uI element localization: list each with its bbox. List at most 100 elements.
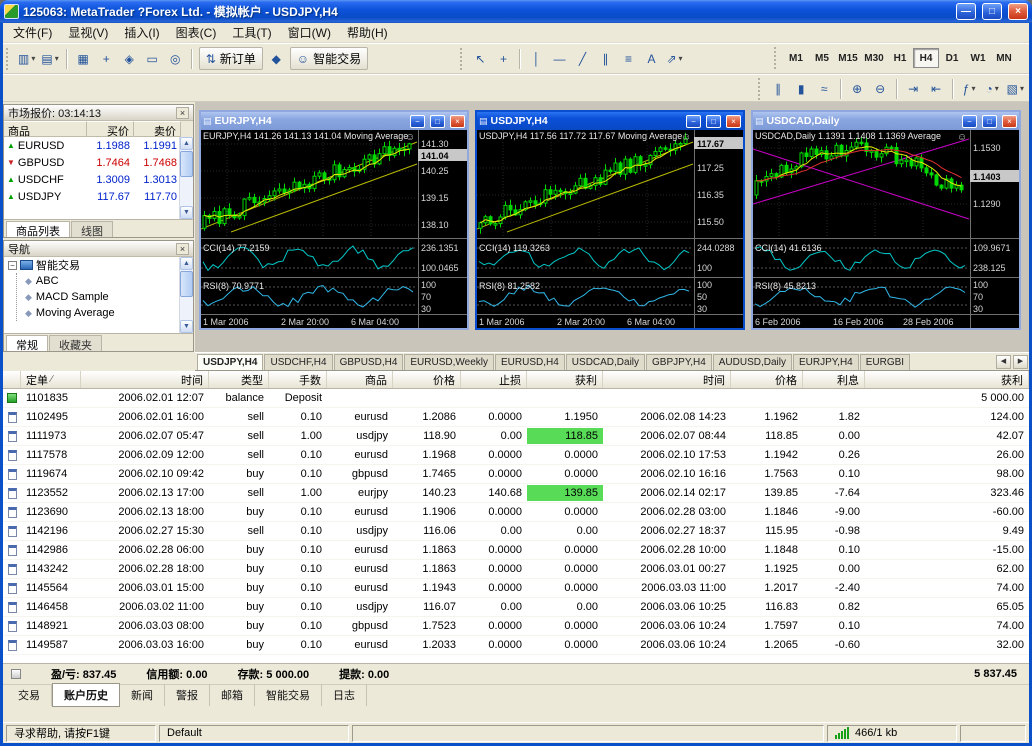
quote-row[interactable]: ▼GBPUSD1.74641.7468 xyxy=(4,154,181,171)
history-row[interactable]: 11455642006.03.01 15:00buy0.10eurusd1.19… xyxy=(3,579,1029,598)
chart-minimize-button[interactable]: − xyxy=(962,115,977,128)
column-header[interactable]: 定单∕ xyxy=(21,371,81,388)
tree-node-expert-advisors[interactable]: −智能交易 xyxy=(4,257,193,273)
candlestick-chart-button[interactable]: ▮ xyxy=(790,77,813,100)
history-row[interactable]: 11119732006.02.07 05:47sell1.00usdjpy118… xyxy=(3,427,1029,446)
expert-advisors-button[interactable]: ☺智能交易 xyxy=(290,47,368,70)
navigator-tab[interactable]: 常规 xyxy=(6,335,48,351)
periods-button[interactable]: ◔▾ xyxy=(981,77,1004,100)
crosshair-button[interactable]: + xyxy=(492,47,515,70)
navigator-tab[interactable]: 收藏夹 xyxy=(49,335,102,351)
new-order-button[interactable]: ⇅新订单 xyxy=(199,47,263,70)
metaeditor-button[interactable]: ◆ xyxy=(265,47,288,70)
terminal-tab[interactable]: 日志 xyxy=(322,684,367,706)
close-icon[interactable]: × xyxy=(176,107,189,119)
indicators-button[interactable]: ƒ▾ xyxy=(958,77,981,100)
column-symbol[interactable]: 商品 xyxy=(4,121,87,137)
history-row[interactable]: 11421962006.02.27 15:30sell0.10usdjpy116… xyxy=(3,522,1029,541)
history-row[interactable]: 11024952006.02.01 16:00sell0.10eurusd1.2… xyxy=(3,408,1029,427)
column-header[interactable]: 利息 xyxy=(803,371,865,388)
chart-canvas[interactable]: USDCAD,Daily 1.1391 1.1408 1.1369 Averag… xyxy=(753,130,1019,328)
scrollbar-track[interactable] xyxy=(180,270,193,320)
chart-plot[interactable]: USDJPY,H4 117.56 117.72 117.67 Moving Av… xyxy=(477,130,743,328)
terminal-tab[interactable]: 警报 xyxy=(165,684,210,706)
menu-item[interactable]: 工具(T) xyxy=(224,22,279,43)
new-chart-button[interactable]: ▥▾ xyxy=(15,47,38,70)
history-row[interactable]: 11495872006.03.03 16:00buy0.10eurusd1.20… xyxy=(3,636,1029,655)
close-icon[interactable]: × xyxy=(176,243,189,255)
chart-tab[interactable]: USDJPY,H4 xyxy=(197,354,263,370)
chart-tab[interactable]: USDCHF,H4 xyxy=(264,354,332,370)
scroll-up-icon[interactable]: ▲ xyxy=(180,137,193,150)
toolbar-grip[interactable] xyxy=(460,48,465,70)
timeframe-d1-button[interactable]: D1 xyxy=(939,48,965,68)
chart-maximize-button[interactable]: □ xyxy=(982,115,997,128)
chart-close-button[interactable]: × xyxy=(726,115,741,128)
chart-tab[interactable]: EURJPY,H4 xyxy=(793,354,859,370)
chart-tab[interactable]: USDCAD,Daily xyxy=(566,354,645,370)
menu-item[interactable]: 窗口(W) xyxy=(280,22,339,43)
chart-plot[interactable]: EURJPY,H4 141.26 141.13 141.04 Moving Av… xyxy=(201,130,467,328)
column-ask[interactable]: 卖价 xyxy=(134,121,181,137)
equidistant-channel-button[interactable]: ∥ xyxy=(594,47,617,70)
history-row[interactable]: 11235522006.02.13 17:00sell1.00eurjpy140… xyxy=(3,484,1029,503)
profiles-button[interactable]: ▤▾ xyxy=(38,47,61,70)
chart-maximize-button[interactable]: □ xyxy=(706,115,721,128)
chart-window-titlebar[interactable]: ▤USDCAD,Daily−□× xyxy=(753,112,1019,130)
window-maximize-button[interactable]: □ xyxy=(982,3,1002,20)
toolbar-grip[interactable] xyxy=(6,48,11,70)
tree-item[interactable]: ◆MACD Sample xyxy=(17,289,193,305)
menu-item[interactable]: 帮助(H) xyxy=(339,22,396,43)
history-row[interactable]: 11196742006.02.10 09:42buy0.10gbpusd1.74… xyxy=(3,465,1029,484)
chart-close-button[interactable]: × xyxy=(1002,115,1017,128)
fibonacci-button[interactable]: ≡ xyxy=(617,47,640,70)
scrollbar-track[interactable] xyxy=(180,150,193,206)
timeframe-m30-button[interactable]: M30 xyxy=(861,48,887,68)
bar-chart-button[interactable]: ∥ xyxy=(767,77,790,100)
terminal-tab[interactable]: 邮箱 xyxy=(210,684,255,706)
terminal-tab[interactable]: 智能交易 xyxy=(255,684,322,706)
scrollbar-thumb[interactable] xyxy=(180,151,193,177)
scroll-down-icon[interactable]: ▼ xyxy=(180,320,193,333)
market-watch-tab[interactable]: 商品列表 xyxy=(6,221,70,237)
tree-item[interactable]: ◆Moving Average xyxy=(17,305,193,321)
history-row[interactable]: 11018352006.02.01 12:07balanceDeposit5 0… xyxy=(3,389,1029,408)
window-close-button[interactable]: × xyxy=(1008,3,1028,20)
collapse-icon[interactable]: − xyxy=(8,261,17,270)
quote-row[interactable]: ▲USDCHF1.30091.3013 xyxy=(4,171,181,188)
timeframe-m1-button[interactable]: M1 xyxy=(783,48,809,68)
column-header[interactable]: 时间 xyxy=(81,371,209,388)
history-row[interactable]: 11236902006.02.13 18:00buy0.10eurusd1.19… xyxy=(3,503,1029,522)
window-titlebar[interactable]: 125063: MetaTrader ?Forex Ltd. - 模拟帐户 - … xyxy=(0,0,1032,23)
chart-tab[interactable]: EURGBI xyxy=(860,354,910,370)
column-header[interactable]: 时间 xyxy=(603,371,731,388)
chart-tab[interactable]: GBPUSD,H4 xyxy=(334,354,404,370)
column-header[interactable]: 类型 xyxy=(209,371,269,388)
chart-close-button[interactable]: × xyxy=(450,115,465,128)
chart-tab[interactable]: AUDUSD,Daily xyxy=(713,354,792,370)
column-header[interactable]: 手数 xyxy=(269,371,327,388)
terminal-tab[interactable]: 交易 xyxy=(7,684,52,706)
market-watch-titlebar[interactable]: 市场报价: 03:14:13 × xyxy=(4,105,193,121)
chart-tab[interactable]: GBPJPY,H4 xyxy=(646,354,712,370)
column-header[interactable]: 价格 xyxy=(731,371,803,388)
quote-row[interactable]: ▲EURUSD1.19881.1991 xyxy=(4,137,181,154)
tree-item[interactable]: ◆ABC xyxy=(17,273,193,289)
zoom-in-button[interactable]: ⊕ xyxy=(846,77,869,100)
cursor-button[interactable]: ↖ xyxy=(469,47,492,70)
chart-window-titlebar[interactable]: ▤EURJPY,H4−□× xyxy=(201,112,467,130)
scroll-left-icon[interactable]: ◀ xyxy=(996,355,1011,369)
menu-item[interactable]: 显视(V) xyxy=(60,22,116,43)
auto-scroll-button[interactable]: ⇥ xyxy=(902,77,925,100)
history-row[interactable]: 11432422006.02.28 18:00buy0.10eurusd1.18… xyxy=(3,560,1029,579)
arrows-button[interactable]: ⇗▾ xyxy=(663,47,686,70)
market-watch-button[interactable]: ▦ xyxy=(72,47,95,70)
chart-minimize-button[interactable]: − xyxy=(410,115,425,128)
vertical-line-button[interactable]: │ xyxy=(525,47,548,70)
text-button[interactable]: A xyxy=(640,47,663,70)
timeframe-h4-button[interactable]: H4 xyxy=(913,48,939,68)
timeframe-mn-button[interactable]: MN xyxy=(991,48,1017,68)
column-header[interactable]: 商品 xyxy=(327,371,393,388)
scroll-right-icon[interactable]: ▶ xyxy=(1013,355,1028,369)
history-row[interactable]: 11429862006.02.28 06:00buy0.10eurusd1.18… xyxy=(3,541,1029,560)
